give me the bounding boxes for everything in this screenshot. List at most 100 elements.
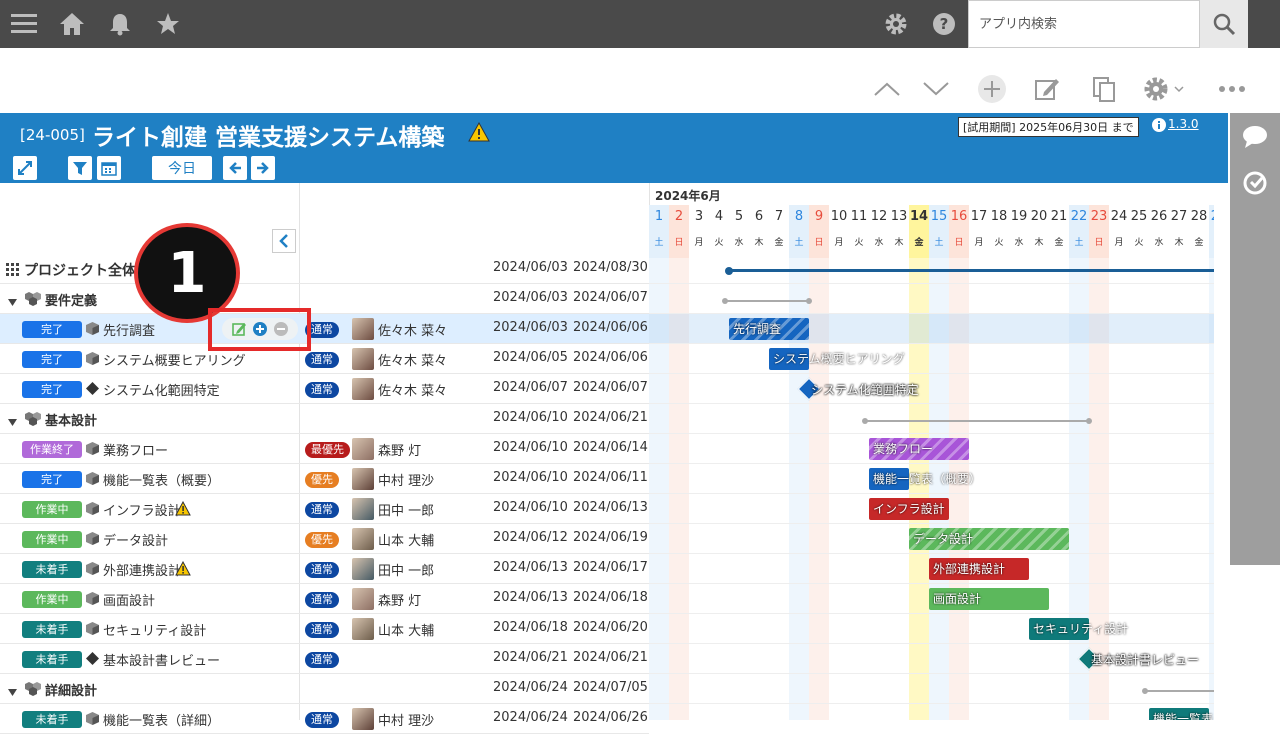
edit-record-button[interactable] (1030, 72, 1064, 106)
start-date: 2024/06/03 (493, 320, 568, 335)
task-cube-icon (86, 622, 99, 639)
priority-badge: 通常 (305, 712, 339, 728)
search-input[interactable] (968, 0, 1200, 48)
priority-badge: 通常 (305, 652, 339, 668)
weekday-label: 木 (1174, 238, 1184, 248)
gantt-bar[interactable]: システム概要ヒアリング (769, 348, 905, 370)
summary-dot (806, 298, 812, 304)
status-badge: 作業終了 (22, 441, 82, 458)
gantt-bar[interactable]: セキュリティ設計 (1029, 618, 1128, 640)
task-row[interactable]: 未着手 セキュリティ設計 通常 山本 大輔 2024/06/18 2024/06/20 (0, 614, 649, 644)
milestone-label: システム化範囲特定 (811, 383, 919, 397)
search-button[interactable] (1200, 0, 1248, 48)
next-record-button[interactable] (919, 72, 953, 106)
info-icon[interactable] (1152, 118, 1166, 132)
comment-button[interactable] (1239, 121, 1271, 153)
task-cube-icon (86, 472, 99, 489)
day-number: 8 (794, 209, 804, 224)
remove-circle-icon[interactable] (274, 322, 289, 336)
task-name: システム化範囲特定 (103, 384, 220, 399)
gantt-bar[interactable]: 機能一覧表（概要） (869, 468, 981, 490)
milestone-icon (86, 382, 99, 399)
priority-badge: 通常 (305, 352, 339, 368)
today-button[interactable]: 今日 (152, 156, 212, 180)
avatar (352, 318, 374, 340)
copy-record-button[interactable] (1087, 72, 1121, 106)
status-badge: 作業中 (22, 501, 82, 518)
gantt-bar[interactable]: データ設計 (909, 528, 1069, 550)
gantt-bar[interactable]: 先行調査 (729, 318, 809, 340)
avatar (352, 708, 374, 730)
weekday-label: 火 (994, 238, 1004, 248)
gear-icon (1144, 77, 1184, 101)
task-row[interactable]: 完了 システム化範囲特定 通常 佐々木 菜々 2024/06/07 2024/06/07 (0, 374, 649, 404)
filter-button[interactable] (68, 156, 92, 180)
next-period-button[interactable] (251, 156, 275, 180)
edit-icon[interactable] (231, 322, 246, 336)
task-row[interactable]: 未着手 機能一覧表（詳細） 通常 中村 理沙 2024/06/24 2024/06/26 (0, 704, 649, 734)
add-circle-icon[interactable] (252, 322, 267, 336)
task-name: 詳細設計 (45, 684, 98, 699)
settings-menu-button[interactable] (1140, 72, 1190, 106)
gantt-bar[interactable]: インフラ設計 (869, 498, 949, 520)
collapse-panel-button[interactable] (272, 229, 296, 253)
task-row[interactable]: 完了 機能一覧表（概要） 優先 中村 理沙 2024/06/10 2024/06/11 (0, 464, 649, 494)
task-name: 要件定義 (45, 294, 98, 309)
task-cube-icon (86, 502, 99, 519)
comment-icon (1243, 126, 1267, 148)
gantt-bar[interactable]: 業務フロー (869, 438, 969, 460)
task-row[interactable]: 完了 先行調査 通常 佐々木 菜々 2024/06/03 2024/06/06 (0, 314, 649, 344)
caret-down-icon[interactable] (8, 295, 17, 310)
bell-icon[interactable] (104, 8, 136, 40)
group-row[interactable]: 詳細設計 2024/06/24 2024/07/05 (0, 674, 649, 704)
row-action-buttons (222, 318, 298, 340)
day-number: 18 (990, 209, 1008, 224)
start-date: 2024/06/10 (493, 470, 568, 485)
previous-record-button[interactable] (870, 72, 904, 106)
task-row[interactable]: 未着手 基本設計書レビュー 通常 2024/06/21 2024/06/21 (0, 644, 649, 674)
more-button[interactable] (1215, 72, 1249, 106)
gear-icon[interactable] (880, 8, 912, 40)
calendar-icon (101, 162, 117, 176)
gantt-bar[interactable]: 機能一覧表（詳細） (1149, 708, 1214, 720)
task-row[interactable]: 作業中 画面設計 通常 森野 灯 2024/06/13 2024/06/18 (0, 584, 649, 614)
expand-button[interactable] (13, 156, 37, 180)
caret-down-icon[interactable] (8, 685, 17, 700)
task-row[interactable]: 未着手 外部連携設計 通常 田中 一郎 2024/06/13 2024/06/17 (0, 554, 649, 584)
task-row[interactable]: 作業中 インフラ設計 通常 田中 一郎 2024/06/10 2024/06/13 (0, 494, 649, 524)
caret-down-icon[interactable] (8, 415, 17, 430)
version-link[interactable]: 1.3.0 (1168, 117, 1199, 131)
weekday-label: 金 (1194, 238, 1204, 248)
day-number: 15 (930, 209, 948, 224)
group-icon (24, 411, 42, 431)
star-icon[interactable] (152, 8, 184, 40)
add-record-button[interactable] (975, 72, 1009, 106)
warning-icon (468, 122, 490, 142)
home-icon[interactable] (56, 8, 88, 40)
project-row[interactable]: プロジェクト全体 2024/06/03 2024/08/30 (0, 254, 649, 284)
help-icon[interactable]: ? (928, 8, 960, 40)
menu-icon[interactable] (8, 8, 40, 40)
history-button[interactable] (1239, 167, 1271, 199)
task-row[interactable]: 作業終了 業務フロー 最優先 森野 灯 2024/06/10 2024/06/14 (0, 434, 649, 464)
day-number: 7 (774, 209, 784, 224)
status-badge: 完了 (22, 381, 82, 398)
start-date: 2024/06/10 (493, 500, 568, 515)
previous-period-button[interactable] (223, 156, 247, 180)
task-name: データ設計 (103, 534, 169, 549)
end-date: 2024/06/21 (573, 650, 648, 665)
calendar-button[interactable] (97, 156, 121, 180)
chevron-down-icon (923, 82, 949, 96)
assignee-name: 佐々木 菜々 (378, 384, 448, 399)
gantt-bar[interactable]: 画面設計 (929, 588, 1049, 610)
gantt-bar[interactable]: 外部連携設計 (929, 558, 1029, 580)
group-row[interactable]: 要件定義 2024/06/03 2024/06/07 (0, 284, 649, 314)
task-name: 画面設計 (103, 594, 156, 609)
group-row[interactable]: 基本設計 2024/06/10 2024/06/21 (0, 404, 649, 434)
svg-text:?: ? (940, 15, 949, 33)
group-summary-line (725, 300, 809, 302)
task-row[interactable]: 作業中 データ設計 優先 山本 大輔 2024/06/12 2024/06/19 (0, 524, 649, 554)
day-number: 21 (1050, 209, 1068, 224)
more-icon (1219, 86, 1245, 92)
task-row[interactable]: 完了 システム概要ヒアリング 通常 佐々木 菜々 2024/06/05 2024/06/0… (0, 344, 649, 374)
